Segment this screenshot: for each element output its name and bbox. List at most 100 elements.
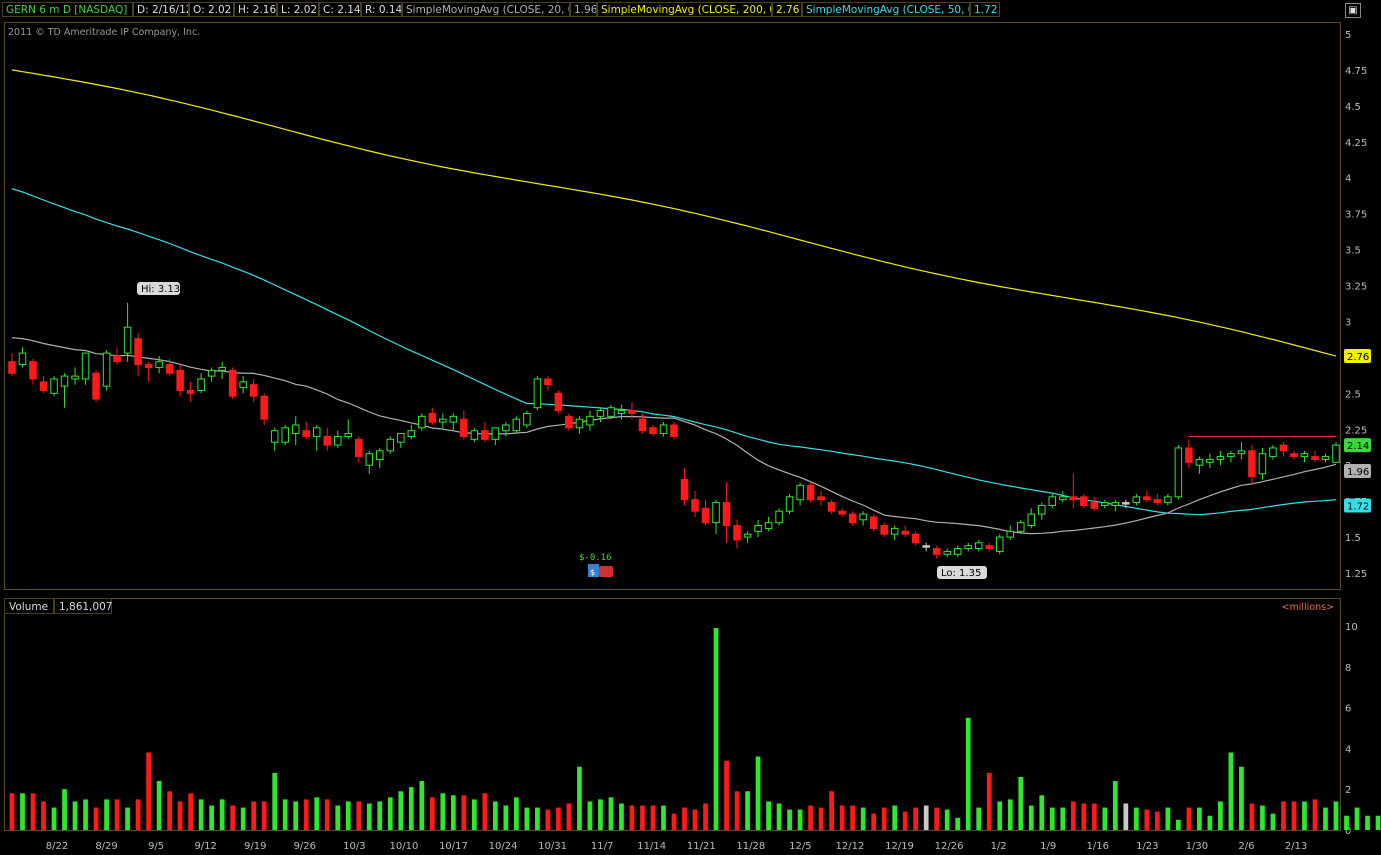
volume-bar bbox=[387, 797, 393, 830]
candle-body bbox=[586, 415, 594, 426]
candle-body bbox=[1132, 496, 1141, 504]
candle-body bbox=[134, 338, 142, 366]
volume-bar bbox=[493, 801, 498, 830]
candle-body bbox=[565, 415, 573, 429]
candle-body bbox=[418, 415, 426, 429]
candle-body bbox=[596, 410, 605, 417]
candle-body bbox=[386, 438, 395, 452]
volume-bar bbox=[51, 807, 57, 830]
volume-bar bbox=[1323, 807, 1328, 830]
date-tick-label: 12/12 bbox=[836, 841, 865, 852]
candle-body bbox=[428, 412, 437, 423]
volume-bar bbox=[198, 799, 204, 830]
volume-bar bbox=[556, 807, 561, 830]
candle-body bbox=[1143, 496, 1151, 501]
date-tick-label: 11/7 bbox=[591, 841, 613, 852]
svg-text:$: $ bbox=[590, 568, 595, 577]
low-callout: Lo: 1.35 bbox=[937, 566, 987, 579]
volume-tick-label: 2 bbox=[1345, 785, 1351, 796]
volume-bar bbox=[1333, 801, 1339, 830]
candle-body bbox=[113, 355, 121, 363]
candle-body bbox=[81, 352, 90, 380]
candle-body bbox=[1038, 504, 1046, 515]
candle-body bbox=[733, 525, 741, 541]
volume-bar bbox=[1270, 813, 1276, 830]
volume-bar bbox=[314, 797, 320, 830]
volume-bar bbox=[1165, 807, 1171, 830]
candle-body bbox=[270, 430, 279, 443]
candle-body bbox=[1279, 444, 1288, 452]
candle-body bbox=[1059, 496, 1067, 501]
candle-body bbox=[1195, 458, 1204, 466]
volume-bar bbox=[1344, 815, 1349, 830]
volume-bar bbox=[324, 799, 330, 830]
volume-bar bbox=[167, 791, 172, 830]
candle-body bbox=[1090, 502, 1099, 509]
candle-body bbox=[691, 499, 699, 512]
high-callout: Hi: 3.13 bbox=[137, 282, 180, 295]
date-tick-label: 10/3 bbox=[343, 841, 365, 852]
date-tick-label: 10/17 bbox=[439, 841, 468, 852]
candle-body bbox=[859, 513, 867, 521]
volume-bar bbox=[1155, 811, 1160, 830]
volume-bar bbox=[1102, 807, 1108, 830]
volume-bar bbox=[1060, 807, 1066, 830]
volume-bar bbox=[808, 805, 813, 830]
candle-body bbox=[995, 536, 1004, 552]
volume-bar bbox=[335, 805, 341, 830]
volume-bar bbox=[881, 807, 887, 830]
candle-body bbox=[964, 545, 972, 550]
date-tick-label: 2/6 bbox=[1238, 841, 1254, 852]
volume-bar bbox=[598, 799, 603, 830]
candle-body bbox=[449, 415, 458, 423]
date-axis: 8/22 8/29 9/5 9/12 9/19 9/26 10/3 10/10 10/17 10/… bbox=[46, 841, 1307, 852]
volume-bar bbox=[20, 793, 25, 830]
volume-bar bbox=[871, 813, 877, 830]
volume-bar bbox=[114, 799, 120, 830]
volume-bar bbox=[545, 809, 551, 830]
candle-body bbox=[827, 502, 836, 512]
candle-body bbox=[1017, 522, 1025, 532]
annotations: Hi: 3.13 Lo: 1.35 $-0.16 $ bbox=[137, 282, 987, 579]
candle-body bbox=[754, 525, 762, 532]
price-tag-text: 2.76 bbox=[1347, 352, 1369, 363]
date-tick-label: 10/10 bbox=[390, 841, 419, 852]
volume-bar bbox=[177, 801, 183, 830]
candle-body bbox=[1332, 444, 1340, 463]
volume-bar bbox=[1028, 805, 1034, 830]
volume-bar bbox=[839, 805, 845, 830]
candle-body bbox=[197, 378, 205, 391]
candle-body bbox=[1206, 458, 1214, 463]
candle-body bbox=[880, 525, 888, 535]
date-tick-label: 11/21 bbox=[687, 841, 716, 852]
candle-body bbox=[1006, 530, 1015, 538]
candle-body bbox=[155, 361, 163, 368]
volume-bar bbox=[303, 799, 309, 830]
volume-bar bbox=[471, 799, 477, 830]
candle-body bbox=[29, 361, 37, 380]
price-tick-label: 3.5 bbox=[1345, 246, 1361, 257]
candle-body bbox=[302, 430, 310, 437]
volume-bar bbox=[104, 799, 109, 830]
volume-bar bbox=[650, 805, 656, 830]
volume-bar bbox=[619, 803, 624, 830]
candle-body bbox=[281, 427, 289, 443]
dividend-and-earnings-icon[interactable]: $ bbox=[588, 564, 613, 577]
volume-bar bbox=[829, 791, 834, 830]
volume-bar bbox=[629, 805, 635, 830]
volume-bar bbox=[156, 781, 162, 830]
price-tick-label: 3.75 bbox=[1345, 210, 1367, 221]
volume-bar bbox=[230, 805, 236, 830]
date-tick-label: 9/5 bbox=[148, 841, 164, 852]
price-tick-label: 4.25 bbox=[1345, 138, 1367, 149]
candle-body bbox=[953, 548, 962, 555]
volume-tick-label: 6 bbox=[1345, 704, 1351, 715]
volume-bar bbox=[955, 817, 961, 830]
volume-bar bbox=[450, 795, 456, 830]
candle-body bbox=[1269, 447, 1277, 458]
volume-bar bbox=[366, 803, 372, 830]
candle-body bbox=[943, 550, 951, 555]
candle-body bbox=[260, 395, 268, 420]
date-tick-label: 11/28 bbox=[736, 841, 765, 852]
chart-canvas[interactable]: 2011 © TD Ameritrade IP Company, Inc. <m… bbox=[0, 0, 1381, 855]
